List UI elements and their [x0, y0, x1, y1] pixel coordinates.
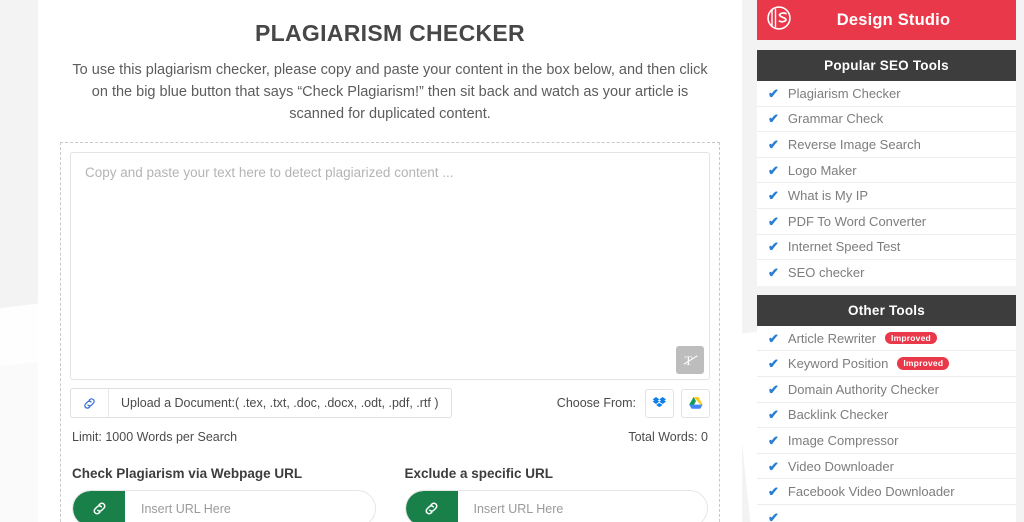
tool-label: Keyword Position — [787, 356, 889, 372]
webpage-url-section: Check Plagiarism via Webpage URL — [72, 466, 376, 522]
check-icon: ✔ — [768, 239, 779, 255]
exclude-url-input-group — [404, 490, 708, 522]
webpage-url-input[interactable] — [125, 491, 375, 522]
page-description: To use this plagiarism checker, please c… — [72, 62, 708, 123]
check-icon: ✔ — [768, 407, 779, 423]
sidebar-item-pdf-to-word-converter[interactable]: ✔ PDF To Word Converter — [757, 209, 1016, 235]
exclude-url-title: Exclude a specific URL — [404, 466, 554, 482]
link-icon — [73, 491, 125, 522]
webpage-url-title: Check Plagiarism via Webpage URL — [72, 466, 303, 482]
check-icon: ✔ — [768, 85, 779, 101]
sidebar-item-reverse-image-search[interactable]: ✔ Reverse Image Search — [757, 132, 1016, 158]
popular-tools-list: ✔ Plagiarism Checker ✔ Grammar Check ✔ R… — [757, 81, 1016, 286]
sidebar-item-video-downloader[interactable]: ✔ Video Downloader — [757, 454, 1016, 480]
sidebar-item-domain-authority-checker[interactable]: ✔ Domain Authority Checker — [757, 377, 1016, 403]
content-textarea[interactable] — [71, 153, 709, 380]
link-icon — [405, 491, 458, 522]
check-icon: ✔ — [768, 265, 779, 281]
check-icon: ✔ — [768, 432, 779, 448]
tool-label: Logo Maker — [787, 162, 857, 178]
status-badge: Improved — [897, 357, 950, 370]
other-tools-header: Other Tools — [757, 294, 1016, 326]
check-icon: ✔ — [768, 458, 779, 474]
page-title: PLAGIARISM CHECKER — [255, 20, 525, 46]
other-tools-list: ✔ Article Rewriter Improved ✔ Keyword Po… — [757, 325, 1016, 522]
tool-label: Domain Authority Checker — [787, 381, 939, 397]
text-input-area: T — [70, 152, 710, 381]
check-icon: ✔ — [768, 111, 779, 127]
sidebar-item-article-rewriter[interactable]: ✔ Article Rewriter Improved — [757, 326, 1016, 352]
tool-label: What is My IP — [787, 188, 869, 204]
tool-label: PDF To Word Converter — [787, 213, 927, 229]
word-limit-text: Limit: 1000 Words per Search — [72, 430, 238, 445]
exclude-url-section: Exclude a specific URL — [404, 466, 708, 522]
check-icon: ✔ — [768, 484, 779, 500]
check-icon: ✔ — [768, 330, 779, 346]
sidebar-item-internet-speed-test[interactable]: ✔ Internet Speed Test — [757, 235, 1016, 261]
check-icon: ✔ — [768, 213, 779, 229]
grammar-check-icon[interactable]: T — [676, 346, 704, 375]
sidebar-item-seo-checker[interactable]: ✔ SEO checker — [757, 260, 1016, 286]
dropbox-icon[interactable] — [645, 388, 674, 418]
upload-document-button[interactable]: Upload a Document:( .tex, .txt, .doc, .d… — [70, 388, 452, 419]
tool-label: Article Rewriter — [787, 330, 877, 346]
popular-tools-header: Popular SEO Tools — [757, 50, 1016, 81]
limit-row: Limit: 1000 Words per Search Total Words… — [70, 430, 710, 444]
link-icon — [71, 389, 109, 418]
tool-label: Internet Speed Test — [787, 239, 901, 255]
check-icon: ✔ — [768, 381, 779, 397]
tool-label: Image Compressor — [787, 432, 899, 448]
check-icon: ✔ — [768, 188, 779, 204]
page-layout: PLAGIARISM CHECKER To use this plagiaris… — [0, 0, 1024, 522]
brand-header[interactable]: Design Studio — [757, 0, 1016, 40]
tool-label: Reverse Image Search — [787, 136, 921, 152]
url-input-row: Check Plagiarism via Webpage URL Exclude… — [70, 466, 710, 522]
tool-label: Grammar Check — [787, 111, 884, 127]
tool-label: Video Downloader — [787, 458, 894, 474]
choose-from-label: Choose From: — [556, 396, 636, 411]
ds-monogram-icon — [765, 4, 793, 37]
tool-label: Backlink Checker — [787, 407, 889, 423]
total-words-text: Total Words: 0 — [628, 430, 708, 445]
sidebar: Design Studio Popular SEO Tools ✔ Plagia… — [757, 0, 1016, 522]
choose-from-group: Choose From: — [556, 388, 710, 418]
sidebar-item-what-is-my-ip[interactable]: ✔ What is My IP — [757, 183, 1016, 209]
brand-name: Design Studio — [836, 10, 951, 29]
sidebar-item-keyword-position[interactable]: ✔ Keyword Position Improved — [757, 351, 1016, 377]
plagiarism-form: T Upload a Document:( .tex, .txt, .doc, … — [60, 142, 720, 522]
google-drive-icon[interactable] — [681, 388, 710, 418]
tool-label: SEO checker — [787, 265, 865, 281]
sidebar-item-backlink-checker[interactable]: ✔ Backlink Checker — [757, 403, 1016, 429]
upload-row: Upload a Document:( .tex, .txt, .doc, .d… — [70, 388, 710, 419]
status-badge: Improved — [885, 331, 937, 345]
check-icon: ✔ — [768, 356, 779, 372]
sidebar-item-plagiarism-checker[interactable]: ✔ Plagiarism Checker — [757, 81, 1016, 107]
upload-document-label: Upload a Document:( .tex, .txt, .doc, .d… — [121, 396, 439, 411]
check-icon: ✔ — [768, 162, 779, 178]
tool-label: Plagiarism Checker — [787, 85, 901, 101]
sidebar-item-image-compressor[interactable]: ✔ Image Compressor — [757, 428, 1016, 454]
sidebar-item-facebook-video-downloader[interactable]: ✔ Facebook Video Downloader — [757, 479, 1016, 505]
check-icon: ✔ — [768, 136, 779, 152]
sidebar-item-partial[interactable]: ✔ — [757, 505, 1016, 522]
sidebar-item-logo-maker[interactable]: ✔ Logo Maker — [757, 158, 1016, 184]
main-content-card: PLAGIARISM CHECKER To use this plagiaris… — [38, 0, 742, 522]
webpage-url-input-group — [72, 490, 376, 522]
tool-label: Facebook Video Downloader — [787, 484, 955, 500]
exclude-url-input[interactable] — [457, 491, 707, 522]
check-icon: ✔ — [768, 510, 779, 522]
sidebar-item-grammar-check[interactable]: ✔ Grammar Check — [757, 107, 1016, 133]
